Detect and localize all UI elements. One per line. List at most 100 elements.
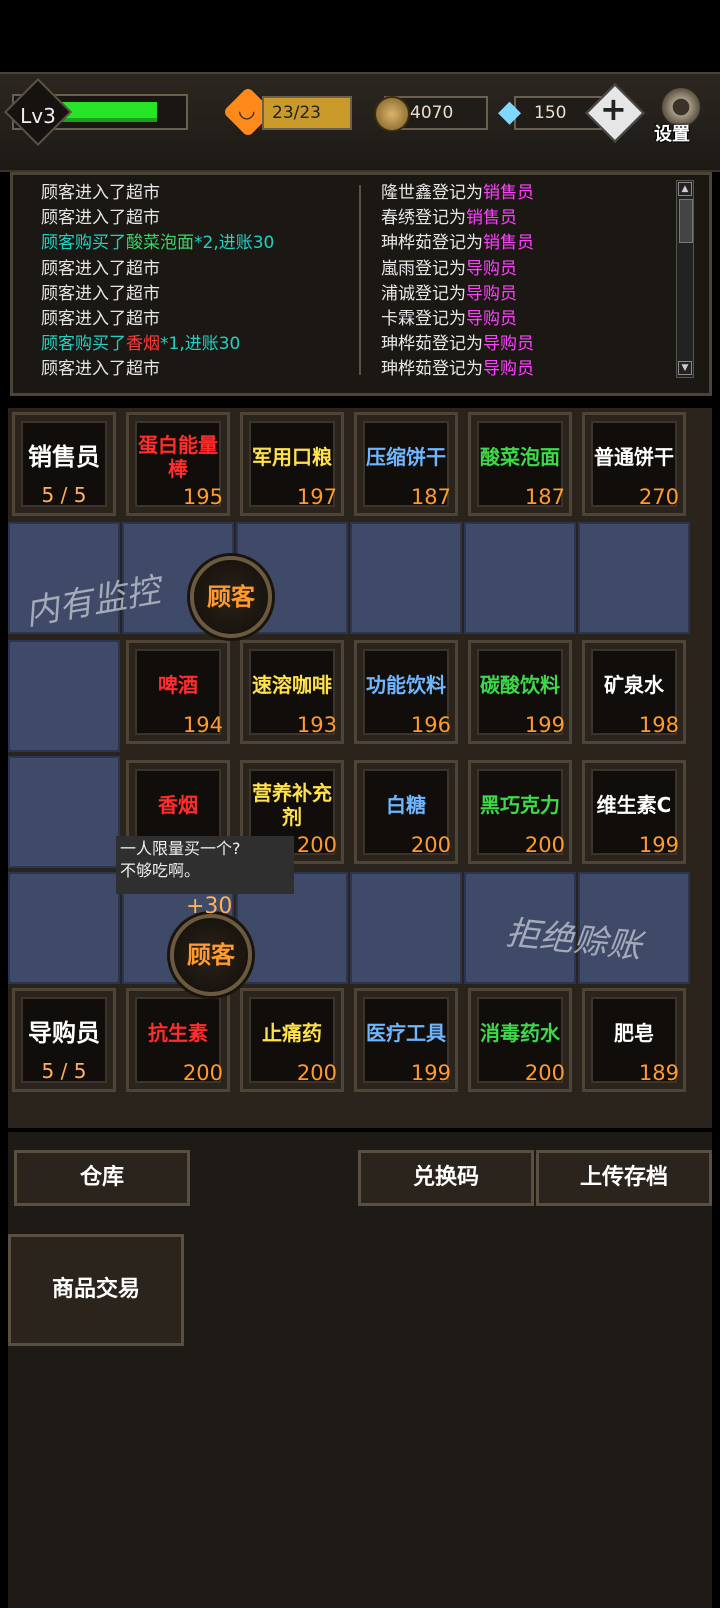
log-line: 顾客购买了酸菜泡面*2,进账30	[41, 231, 274, 256]
shelf-cell[interactable]: 压缩饼干 187	[354, 412, 458, 516]
item-name: 消毒药水	[480, 1021, 560, 1045]
staff-log-line: 隆世鑫登记为销售员	[381, 181, 534, 206]
item-name: 营养补充剂	[252, 781, 332, 829]
staff-log-line: 珅桦茹登记为销售员	[381, 231, 534, 256]
item-name: 白糖	[386, 793, 426, 817]
shelf-cell[interactable]: 肥皂 189	[582, 988, 686, 1092]
item-price: 187	[524, 485, 565, 509]
log-line: 顾客进入了超市	[41, 359, 160, 380]
staff-log-line: 珅桦茹登记为导购员	[381, 332, 534, 357]
shelf-cell[interactable]: 抗生素 200	[126, 988, 230, 1092]
trade-label: 商品交易	[51, 1277, 140, 1302]
floor-tile	[8, 872, 120, 984]
item-price: 189	[638, 1061, 679, 1085]
log-line: 顾客进入了超市	[41, 283, 160, 304]
role-count: 5 / 5	[41, 1059, 87, 1083]
shelf-cell[interactable]: 医疗工具 199	[354, 988, 458, 1092]
log-top-partial	[39, 167, 679, 179]
customer-2[interactable]: 顾客	[170, 914, 252, 996]
staff-name: 卡霖登记为	[381, 309, 466, 330]
upload-label: 上传存档	[579, 1165, 668, 1190]
shelf-cell[interactable]: 军用口粮 197	[240, 412, 344, 516]
item-name: 功能饮料	[366, 673, 446, 697]
shelf-cell[interactable]: 酸菜泡面 187	[468, 412, 572, 516]
staff-role: 销售员	[483, 183, 534, 203]
item-price: 194	[182, 713, 223, 737]
item-name: 碳酸饮料	[480, 673, 560, 697]
staff-name: 珅桦茹登记为	[381, 233, 483, 254]
redeem-code-button[interactable]: 兑换码	[358, 1150, 534, 1206]
log-action: 顾客购买了	[41, 334, 126, 355]
role-count: 5 / 5	[41, 483, 87, 507]
log-line: 顾客进入了超市	[41, 309, 160, 330]
staff-name: 珅桦茹登记为	[381, 334, 483, 355]
shelf-cell[interactable]: 消毒药水 200	[468, 988, 572, 1092]
shelf-cell[interactable]: 矿泉水 198	[582, 640, 686, 744]
staff-role: 销售员	[466, 208, 517, 229]
item-price: 200	[524, 833, 565, 857]
item-price: 199	[638, 833, 679, 857]
shelf-cell[interactable]: 速溶咖啡 193	[240, 640, 344, 744]
shelf-cell[interactable]: 普通饼干 270	[582, 412, 686, 516]
event-log-panel: 顾客进入了超市 顾客进入了超市 顾客购买了酸菜泡面*2,进账30 顾客进入了超市 顾客进…	[10, 172, 712, 396]
shelf-cell[interactable]: 啤酒 194	[126, 640, 230, 744]
staff-name: 春绣登记为	[381, 208, 466, 229]
staff-role: 导购员	[466, 258, 517, 279]
staff-name: 浦诚登记为	[381, 283, 466, 304]
item-name: 维生素C	[596, 793, 672, 817]
item-price: 197	[296, 485, 337, 509]
log-line: 顾客购买了香烟*1,进账30	[41, 332, 274, 357]
shelf-cell[interactable]: 黑巧克力 200	[468, 760, 572, 864]
role-slot-seller[interactable]: 销售员 5 / 5	[12, 412, 116, 516]
scroll-up-icon[interactable]: ▲	[678, 182, 692, 196]
customer-speech-bubble: 一人限量买一个? 不够吃啊。	[116, 836, 294, 894]
floor-tile	[578, 522, 690, 634]
floor-tile	[8, 640, 120, 752]
diamond-icon: ◆	[498, 94, 522, 129]
staff-name: 嵐雨登记为	[381, 258, 466, 279]
item-price: 187	[410, 485, 451, 509]
item-name: 矿泉水	[604, 673, 664, 697]
shelf-cell[interactable]: 蛋白能量棒 195	[126, 412, 230, 516]
floor-tile	[350, 872, 462, 984]
trade-button[interactable]: 商品交易	[8, 1234, 184, 1346]
settings-button[interactable]: 设置	[652, 84, 706, 145]
role-slot-guide[interactable]: 导购员 5 / 5	[12, 988, 116, 1092]
item-price: 200	[410, 833, 451, 857]
warehouse-button[interactable]: 仓库	[14, 1150, 190, 1206]
item-name: 香烟	[158, 793, 198, 817]
staff-role: 导购员	[466, 283, 517, 304]
shelf-cell[interactable]: 维生素C 199	[582, 760, 686, 864]
item-name: 普通饼干	[594, 445, 674, 469]
item-name: 肥皂	[614, 1021, 654, 1045]
level-text: Lv3	[20, 104, 56, 128]
item-name: 抗生素	[148, 1021, 208, 1045]
item-name: 速溶咖啡	[252, 673, 332, 697]
shelf-cell[interactable]: 白糖 200	[354, 760, 458, 864]
staff-role: 销售员	[483, 233, 534, 254]
staff-role: 导购员	[483, 334, 534, 355]
top-hud: Lv3 ◡ 23/23 4070 ◆ 150 + 设置	[0, 72, 720, 172]
shelf-cell[interactable]: 碳酸饮料 199	[468, 640, 572, 744]
customer-1[interactable]: 顾客	[190, 556, 272, 638]
log-scrollbar[interactable]: ▲ ▼	[676, 180, 694, 378]
scroll-down-icon[interactable]: ▼	[678, 361, 692, 375]
income-popup: +30	[186, 894, 233, 919]
settings-label: 设置	[654, 124, 690, 145]
shelf-cell[interactable]: 功能饮料 196	[354, 640, 458, 744]
scroll-thumb[interactable]	[679, 199, 693, 243]
store-board: 销售员 5 / 5 蛋白能量棒 195 军用口粮 197 压缩饼干 187 酸菜泡面 187 普通饼…	[8, 408, 712, 1128]
upload-save-button[interactable]: 上传存档	[536, 1150, 712, 1206]
redeem-label: 兑换码	[412, 1165, 479, 1190]
item-name: 军用口粮	[252, 445, 332, 469]
item-price: 199	[410, 1061, 451, 1085]
plus-icon: +	[600, 90, 627, 128]
item-price: 270	[638, 485, 679, 509]
item-name: 黑巧克力	[480, 793, 560, 817]
shelf-cell[interactable]: 止痛药 200	[240, 988, 344, 1092]
item-price: 200	[524, 1061, 565, 1085]
staff-name: 隆世鑫登记为	[381, 183, 483, 203]
log-line: 顾客进入了超市	[41, 208, 160, 229]
item-price: 198	[638, 713, 679, 737]
warehouse-label: 仓库	[79, 1165, 124, 1190]
